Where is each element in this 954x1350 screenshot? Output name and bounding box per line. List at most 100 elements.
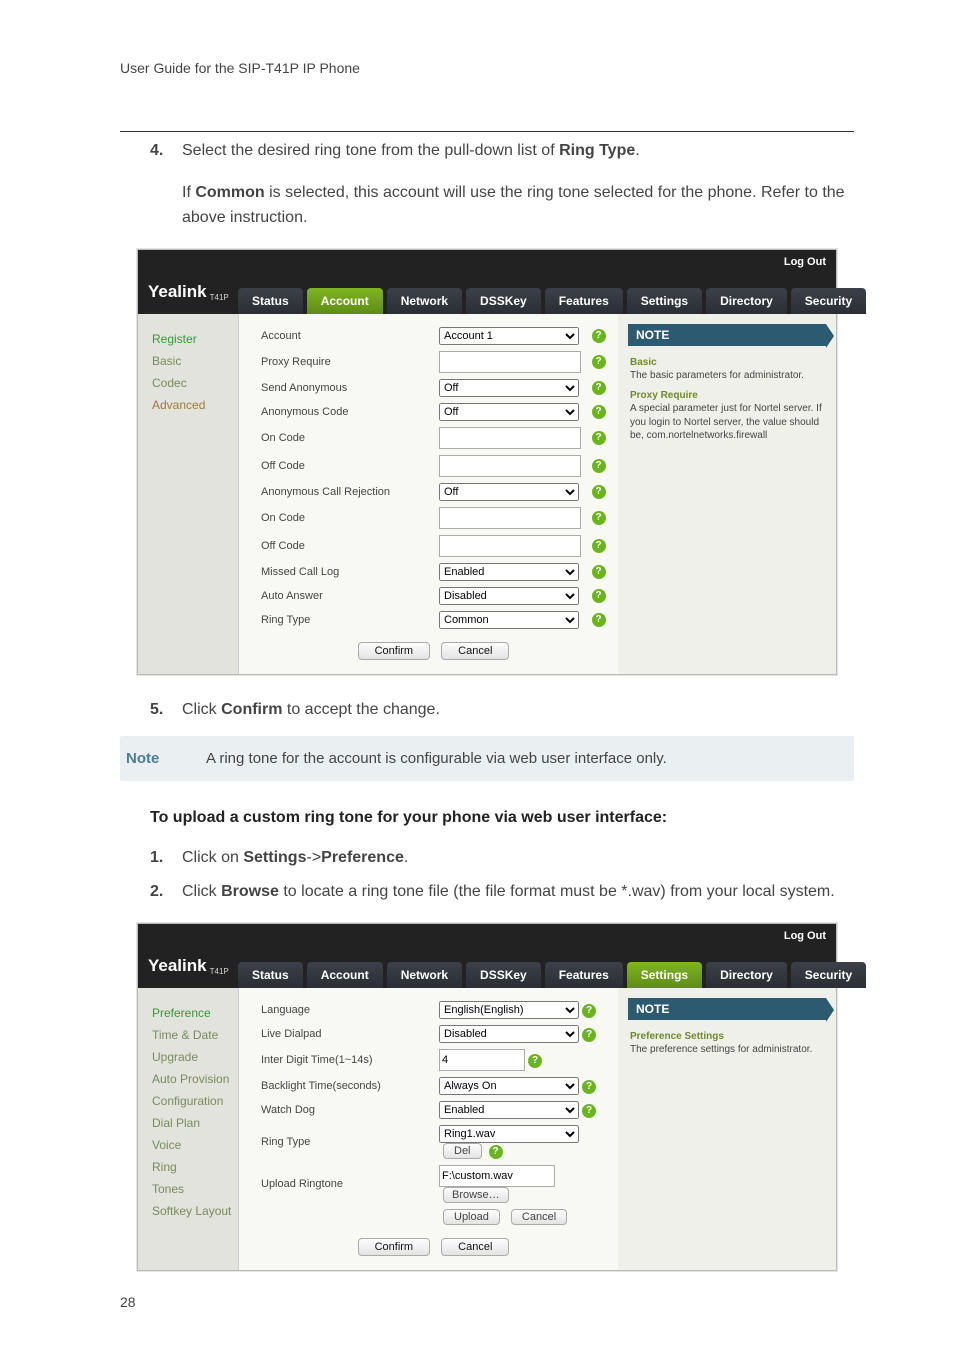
- tab-dsskey[interactable]: DSSKey: [466, 962, 541, 988]
- tab-directory[interactable]: Directory: [706, 962, 787, 988]
- tab-security[interactable]: Security: [791, 962, 866, 988]
- field-select[interactable]: Off: [439, 483, 579, 501]
- step-4-text: Select the desired ring tone from the pu…: [182, 138, 640, 164]
- field-select[interactable]: Disabled: [439, 1025, 579, 1043]
- help-icon[interactable]: ?: [592, 565, 606, 579]
- help-icon[interactable]: ?: [592, 613, 606, 627]
- tab-security[interactable]: Security: [791, 288, 866, 314]
- help-icon[interactable]: ?: [528, 1054, 542, 1068]
- logout-link[interactable]: Log Out: [784, 256, 826, 268]
- field-input[interactable]: [439, 427, 581, 449]
- screenshot-2: Yealink T41P Log Out Status Account Netw…: [137, 923, 837, 1271]
- help-icon[interactable]: ?: [582, 1028, 596, 1042]
- field-input[interactable]: [439, 507, 581, 529]
- field-label: Anonymous Code: [257, 400, 435, 424]
- field-select[interactable]: English(English): [439, 1001, 579, 1019]
- help-icon[interactable]: ?: [592, 431, 606, 445]
- field-label: Watch Dog: [257, 1098, 435, 1122]
- help-icon[interactable]: ?: [592, 511, 606, 525]
- help-icon[interactable]: ?: [582, 1080, 596, 1094]
- cancel-upload-button[interactable]: Cancel: [511, 1209, 567, 1225]
- logout-link[interactable]: Log Out: [784, 930, 826, 942]
- field-select[interactable]: Off: [439, 379, 579, 397]
- tab-status[interactable]: Status: [238, 962, 303, 988]
- del-button[interactable]: Del: [443, 1143, 482, 1159]
- upload-button[interactable]: Upload: [443, 1209, 500, 1225]
- field-input[interactable]: [439, 351, 581, 373]
- note-label: Note: [120, 736, 206, 781]
- sidebar-item-upgrade[interactable]: Upgrade: [138, 1046, 238, 1068]
- sidebar-item-timedate[interactable]: Time & Date: [138, 1024, 238, 1046]
- tab-features[interactable]: Features: [545, 288, 623, 314]
- help-icon[interactable]: ?: [592, 405, 606, 419]
- tab-account[interactable]: Account: [307, 962, 383, 988]
- tab-settings[interactable]: Settings: [627, 288, 702, 314]
- help-icon[interactable]: ?: [582, 1004, 596, 1018]
- tab-status[interactable]: Status: [238, 288, 303, 314]
- sidebar-item-dialplan[interactable]: Dial Plan: [138, 1112, 238, 1134]
- sidebar-item-ring[interactable]: Ring: [138, 1156, 238, 1178]
- step-5-number: 5.: [150, 697, 168, 723]
- header-title: User Guide for the SIP-T41P IP Phone: [120, 60, 854, 76]
- file-path-input[interactable]: [439, 1165, 555, 1187]
- confirm-button[interactable]: Confirm: [358, 1238, 431, 1256]
- logo: Yealink T41P: [138, 924, 238, 988]
- field-label: Account: [257, 324, 435, 348]
- note-body: Basic The basic parameters for administr…: [628, 346, 826, 453]
- sidebar-item-register[interactable]: Register: [138, 328, 238, 350]
- sidebar-item-preference[interactable]: Preference: [138, 1002, 238, 1024]
- help-icon[interactable]: ?: [592, 539, 606, 553]
- field-label: Proxy Require: [257, 348, 435, 376]
- browse-button[interactable]: Browse…: [443, 1187, 509, 1203]
- sidebar-item-advanced[interactable]: Advanced: [138, 394, 238, 416]
- section-heading: To upload a custom ring tone for your ph…: [150, 809, 854, 827]
- field-select[interactable]: Account 1: [439, 327, 579, 345]
- cancel-button[interactable]: Cancel: [441, 1238, 509, 1256]
- logo: Yealink T41P: [138, 250, 238, 314]
- help-icon[interactable]: ?: [489, 1145, 503, 1159]
- tab-settings[interactable]: Settings: [627, 962, 702, 988]
- cancel-button[interactable]: Cancel: [441, 642, 509, 660]
- tab-network[interactable]: Network: [387, 962, 462, 988]
- tab-network[interactable]: Network: [387, 288, 462, 314]
- field-select[interactable]: Enabled: [439, 563, 579, 581]
- field-input[interactable]: [439, 1049, 525, 1071]
- field-input[interactable]: [439, 455, 581, 477]
- field-label: Language: [257, 998, 435, 1022]
- field-select[interactable]: Disabled: [439, 587, 579, 605]
- field-label: On Code: [257, 504, 435, 532]
- field-input[interactable]: [439, 535, 581, 557]
- page-number: 28: [120, 1294, 136, 1310]
- help-icon[interactable]: ?: [582, 1104, 596, 1118]
- note-callout: Note A ring tone for the account is conf…: [120, 736, 854, 781]
- tab-features[interactable]: Features: [545, 962, 623, 988]
- step-2b-text: Click Browse to locate a ring tone file …: [182, 879, 835, 905]
- help-icon[interactable]: ?: [592, 329, 606, 343]
- sidebar-item-softkey[interactable]: Softkey Layout: [138, 1200, 238, 1222]
- sidebar-item-voice[interactable]: Voice: [138, 1134, 238, 1156]
- help-icon[interactable]: ?: [592, 589, 606, 603]
- confirm-button[interactable]: Confirm: [358, 642, 431, 660]
- tab-dsskey[interactable]: DSSKey: [466, 288, 541, 314]
- help-icon[interactable]: ?: [592, 485, 606, 499]
- tab-directory[interactable]: Directory: [706, 288, 787, 314]
- field-label: Send Anonymous: [257, 376, 435, 400]
- help-icon[interactable]: ?: [592, 381, 606, 395]
- help-icon[interactable]: ?: [592, 355, 606, 369]
- field-select[interactable]: Always On: [439, 1077, 579, 1095]
- sidebar-item-configuration[interactable]: Configuration: [138, 1090, 238, 1112]
- sidebar-item-autoprovision[interactable]: Auto Provision: [138, 1068, 238, 1090]
- field-select[interactable]: Off: [439, 403, 579, 421]
- step-1b-text: Click on Settings->Preference.: [182, 845, 408, 871]
- help-icon[interactable]: ?: [592, 459, 606, 473]
- sidebar-item-basic[interactable]: Basic: [138, 350, 238, 372]
- sidebar-item-tones[interactable]: Tones: [138, 1178, 238, 1200]
- field-label: Backlight Time(seconds): [257, 1074, 435, 1098]
- field-select[interactable]: Ring1.wav: [439, 1125, 579, 1143]
- field-select[interactable]: Enabled: [439, 1101, 579, 1119]
- screenshot-1: Yealink T41P Log Out Status Account Netw…: [137, 249, 837, 675]
- field-label: Off Code: [257, 452, 435, 480]
- tab-account[interactable]: Account: [307, 288, 383, 314]
- field-select[interactable]: Common: [439, 611, 579, 629]
- sidebar-item-codec[interactable]: Codec: [138, 372, 238, 394]
